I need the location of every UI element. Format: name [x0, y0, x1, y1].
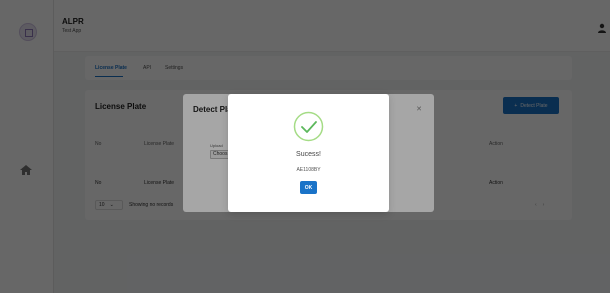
- check-circle-icon: [293, 111, 324, 142]
- ok-button[interactable]: OK: [300, 181, 317, 194]
- success-alert: Sucess! AE1108BY OK: [228, 94, 389, 212]
- alert-title: Sucess!: [296, 151, 321, 158]
- detected-plate-text: AE1108BY: [296, 167, 321, 173]
